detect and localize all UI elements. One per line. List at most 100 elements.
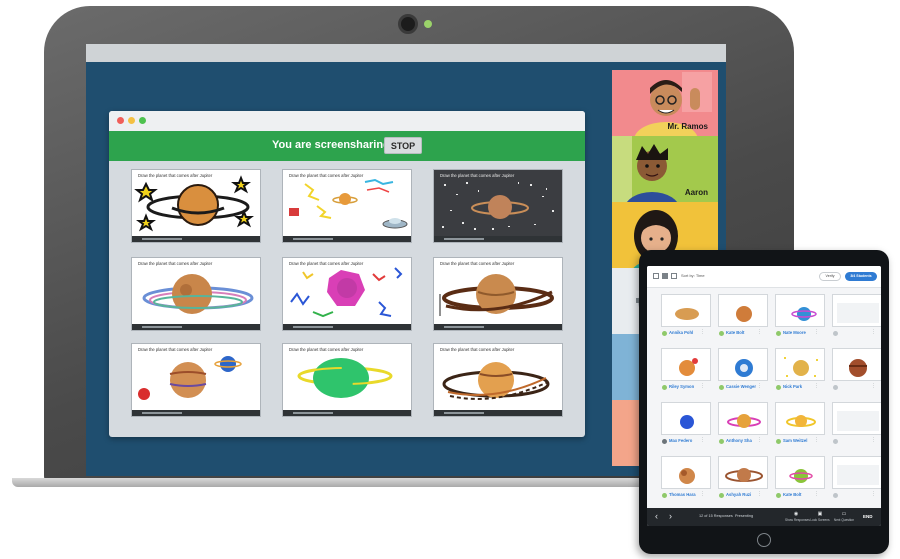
student-name: Max Federo <box>669 438 693 443</box>
more-options-icon[interactable]: ⋮ <box>700 329 705 335</box>
student-response-card[interactable]: Cassie Wenger ⋮ <box>718 348 768 396</box>
previous-arrow-icon[interactable]: ‹ <box>655 511 658 521</box>
student-response-card[interactable]: ⋮ <box>832 402 881 450</box>
student-avatar <box>719 439 724 444</box>
student-slide[interactable]: Draw the planet that comes after Jupiter <box>282 169 412 243</box>
response-thumbnail <box>775 402 825 435</box>
more-options-icon[interactable]: ⋮ <box>814 491 819 497</box>
next-question-button[interactable]: ▭ Next Question <box>833 511 855 525</box>
laptop-base <box>12 478 652 487</box>
participant-tile[interactable]: Aaron <box>612 136 718 202</box>
sort-dropdown[interactable]: Sort by: Time <box>681 273 705 278</box>
slide-footer <box>132 324 260 330</box>
student-avatar <box>776 493 781 498</box>
lock-icon: ▣ <box>817 511 823 517</box>
student-slide[interactable]: Draw the planet that comes after Jupiter <box>282 343 412 417</box>
student-name: Anthony Sha <box>726 438 752 443</box>
student-slide[interactable]: Draw the planet that comes after Jupiter <box>433 343 563 417</box>
student-avatar <box>776 331 781 336</box>
more-options-icon[interactable]: ⋮ <box>757 491 762 497</box>
participant-tile[interactable]: Mr. Ramos <box>612 70 718 136</box>
student-response-card[interactable]: ⋮ <box>832 294 881 342</box>
more-options-icon[interactable]: ⋮ <box>757 437 762 443</box>
next-question-label: Next Question <box>833 518 855 522</box>
student-slide[interactable]: Draw the planet that comes after Jupiter <box>131 257 261 331</box>
student-response-card[interactable]: Annika Pohl ⋮ <box>661 294 711 342</box>
planet-drawing <box>289 178 408 229</box>
more-options-icon[interactable]: ⋮ <box>814 437 819 443</box>
student-slide[interactable]: Draw the planet that comes after Jupiter <box>433 257 563 331</box>
response-thumbnail <box>832 294 881 327</box>
more-options-icon[interactable]: ⋮ <box>871 491 876 497</box>
student-name: Riley Symon <box>669 384 695 389</box>
planet-drawing <box>297 358 393 398</box>
screenshare-status-text: You are screensharing <box>272 139 390 151</box>
show-responses-button[interactable]: ◉ Show Responses <box>785 511 810 525</box>
more-options-icon[interactable]: ⋮ <box>871 383 876 389</box>
more-options-icon[interactable]: ⋮ <box>871 329 876 335</box>
lock-screens-button[interactable]: ▣ Lock Screens <box>809 511 831 525</box>
student-avatar <box>662 331 667 336</box>
student-avatar <box>719 493 724 498</box>
student-response-card[interactable]: Ashyah Ruzi ⋮ <box>718 456 768 504</box>
list-view-icon[interactable] <box>653 273 659 279</box>
home-button[interactable] <box>757 533 771 547</box>
student-response-card[interactable]: Kate Bolt ⋮ <box>775 456 825 504</box>
response-thumbnail <box>718 348 768 381</box>
student-response-card[interactable]: Kate Bolt ⋮ <box>718 294 768 342</box>
close-window-icon[interactable] <box>117 117 124 124</box>
more-options-icon[interactable]: ⋮ <box>757 383 762 389</box>
response-thumbnail <box>661 456 711 489</box>
student-name: Thomas Hara <box>669 492 696 497</box>
stop-sharing-button[interactable]: STOP <box>384 137 422 154</box>
student-response-card[interactable]: Nate Moore ⋮ <box>775 294 825 342</box>
end-session-button[interactable]: END <box>863 514 873 519</box>
student-response-card[interactable]: Riley Symon ⋮ <box>661 348 711 396</box>
more-options-icon[interactable]: ⋮ <box>871 437 876 443</box>
planet-drawing <box>138 356 242 400</box>
student-avatar <box>833 331 838 336</box>
tablet-toolbar: Sort by: Time Verify 3/4 Students <box>647 266 881 288</box>
student-response-card[interactable]: Thomas Hara ⋮ <box>661 456 711 504</box>
student-response-card[interactable]: ⋮ <box>832 456 881 504</box>
more-options-icon[interactable]: ⋮ <box>700 491 705 497</box>
tablet-screen: Sort by: Time Verify 3/4 Students Annika… <box>647 266 881 526</box>
student-slide[interactable]: Draw the planet that comes after Jupiter <box>282 257 412 331</box>
student-name: Annika Pohl <box>669 330 694 335</box>
minimize-window-icon[interactable] <box>128 117 135 124</box>
screenshare-banner: You are screensharing STOP <box>109 131 585 161</box>
single-view-icon[interactable] <box>671 273 677 279</box>
maximize-window-icon[interactable] <box>139 117 146 124</box>
students-button[interactable]: 3/4 Students <box>845 272 877 281</box>
slide-footer <box>434 236 562 242</box>
more-options-icon[interactable]: ⋮ <box>814 383 819 389</box>
more-options-icon[interactable]: ⋮ <box>700 437 705 443</box>
more-options-icon[interactable]: ⋮ <box>700 383 705 389</box>
student-response-card[interactable]: ⋮ <box>832 348 881 396</box>
response-count: 12 of 15 Responses <box>699 514 733 518</box>
student-slide[interactable]: Draw the planet that comes after Jupiter <box>433 169 563 243</box>
student-name: Nick Park <box>783 384 803 389</box>
student-response-card[interactable]: Sam Weitzel ⋮ <box>775 402 825 450</box>
tablet-bottom-bar: ‹ › 12 of 15 Responses Presenting ◉ Show… <box>647 508 881 526</box>
student-avatar <box>833 385 838 390</box>
student-name: Ashyah Ruzi <box>726 492 752 497</box>
student-response-card[interactable]: Anthony Sha ⋮ <box>718 402 768 450</box>
planet-drawing <box>442 362 550 400</box>
grid-view-icon[interactable] <box>662 273 668 279</box>
participant-name: Mr. Ramos <box>667 122 708 131</box>
student-slide[interactable]: Draw the planet that comes after Jupiter <box>131 343 261 417</box>
next-arrow-icon[interactable]: › <box>669 511 672 521</box>
student-response-card[interactable]: Nick Park ⋮ <box>775 348 825 396</box>
student-avatar <box>662 439 667 444</box>
webcam-light <box>424 20 432 28</box>
verify-button[interactable]: Verify <box>819 272 841 281</box>
lock-screens-label: Lock Screens <box>810 518 830 522</box>
webcam-icon <box>398 14 418 34</box>
more-options-icon[interactable]: ⋮ <box>757 329 762 335</box>
student-slide[interactable]: Draw the planet that comes after Jupiter <box>131 169 261 243</box>
message-icon: ▭ <box>841 511 847 517</box>
student-response-card[interactable]: Max Federo ⋮ <box>661 402 711 450</box>
slide-footer <box>132 410 260 416</box>
more-options-icon[interactable]: ⋮ <box>814 329 819 335</box>
